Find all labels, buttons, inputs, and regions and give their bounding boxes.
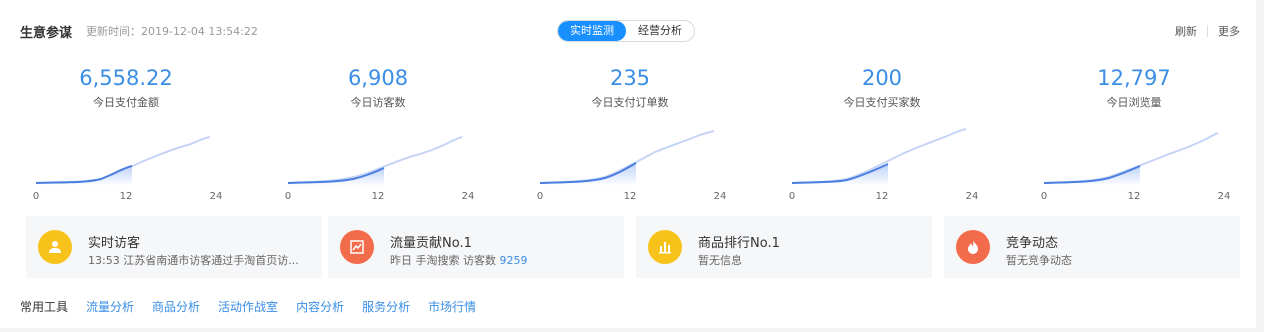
axis-tick: 24 [714,191,727,202]
card-subtitle: 暂无竞争动态 [1006,252,1234,268]
tool-link-content[interactable]: 内容分析 [296,298,344,315]
card-title: 流量贡献No.1 [390,236,472,251]
metric-buyers: 200 今日支付买家数 [782,64,982,110]
divider [1207,25,1208,37]
page-title: 生意参谋 [20,26,73,41]
axis-tick: 12 [372,191,385,202]
tool-link-product[interactable]: 商品分析 [152,298,200,315]
card-icon-circle [648,230,682,264]
more-link[interactable]: 更多 [1218,23,1240,39]
card-subtitle-text: 13:53 江苏省南通市访客通过手淘首页访... [88,254,299,267]
tab-realtime[interactable]: 实时监测 [558,21,626,41]
tool-link-market[interactable]: 市场行情 [428,298,476,315]
refresh-link[interactable]: 刷新 [1175,23,1197,39]
bar-chart-icon [659,242,671,254]
axis-tick: 24 [462,191,475,202]
metric-value: 6,908 [347,66,409,90]
dashboard-panel: 生意参谋 更新时间：2019-12-04 13:54:22 实时监测 经营分析 … [0,0,1256,328]
card-subtitle-number: 9259 [499,254,528,267]
metric-visitors: 6,908 今日访客数 [278,64,478,110]
card-traffic-top[interactable]: 流量贡献No.1 昨日 手淘搜索 访客数 9259 [328,216,624,278]
card-subtitle: 暂无信息 [698,252,926,268]
flame-icon [968,240,978,254]
metric-orders: 235 今日支付订单数 [530,64,730,110]
axis-tick: 0 [33,191,39,202]
card-title: 实时访客 [88,236,141,251]
metric-value: 6,558.22 [79,66,173,90]
axis-tick: 0 [537,191,543,202]
metric-pageviews: 12,797 今日浏览量 [1034,64,1234,110]
card-title: 竞争动态 [1006,236,1059,251]
axis-tick: 12 [876,191,889,202]
header-actions: 刷新 更多 [1175,23,1240,39]
view-tabs: 实时监测 经营分析 [557,20,695,42]
card-competition[interactable]: 竞争动态 暂无竞争动态 [944,216,1240,278]
axis-tick: 12 [1128,191,1141,202]
axis-tick: 24 [966,191,979,202]
sparkline-orders: 0 12 24 [537,130,727,202]
sparkline-buyers: 0 12 24 [789,128,979,202]
axis-tick: 24 [210,191,223,202]
metric-value: 12,797 [1097,66,1171,90]
card-subtitle: 昨日 手淘搜索 访客数 9259 [390,252,618,268]
metric-label: 今日支付金额 [93,96,159,109]
axis-tick: 12 [120,191,133,202]
tool-link-service[interactable]: 服务分析 [362,298,410,315]
axis-tick: 0 [789,191,795,202]
tools-title: 常用工具 [20,300,69,314]
card-title: 商品排行No.1 [698,236,780,251]
card-product-ranking[interactable]: 商品排行No.1 暂无信息 [636,216,932,278]
tool-link-traffic[interactable]: 流量分析 [86,298,134,315]
card-icon-circle [956,230,990,264]
sparkline-payment-amount: 0 12 24 [33,136,223,202]
card-subtitle: 13:53 江苏省南通市访客通过手淘首页访... [88,252,316,268]
trend-icon [350,240,364,254]
metric-label: 今日支付订单数 [591,96,669,109]
sparkline-visitors: 0 12 24 [285,136,475,202]
metric-value: 200 [861,66,903,90]
update-time: 更新时间：2019-12-04 13:54:22 [86,25,258,38]
axis-tick: 12 [624,191,637,202]
tool-link-campaign[interactable]: 活动作战室 [218,298,278,315]
card-subtitle-text: 暂无信息 [698,254,742,267]
card-icon-circle [38,230,72,264]
user-icon [49,241,61,253]
tab-business-analysis[interactable]: 经营分析 [626,21,694,41]
axis-tick: 24 [1218,191,1231,202]
axis-tick: 0 [1041,191,1047,202]
card-realtime-visitors[interactable]: 实时访客 13:53 江苏省南通市访客通过手淘首页访... [26,216,322,278]
metric-value: 235 [609,66,651,90]
card-icon-circle [340,230,374,264]
axis-tick: 0 [285,191,291,202]
card-subtitle-text: 昨日 手淘搜索 访客数 [390,254,500,267]
card-subtitle-text: 暂无竞争动态 [1006,254,1072,267]
common-tools-bar: 常用工具 流量分析 商品分析 活动作战室 内容分析 服务分析 市场行情 [20,298,494,315]
metric-label: 今日浏览量 [1106,96,1162,109]
metric-label: 今日支付买家数 [843,96,921,109]
metric-payment-amount: 6,558.22 今日支付金额 [26,64,226,110]
sparkline-pageviews: 0 12 24 [1041,132,1231,202]
metric-label: 今日访客数 [350,96,406,109]
